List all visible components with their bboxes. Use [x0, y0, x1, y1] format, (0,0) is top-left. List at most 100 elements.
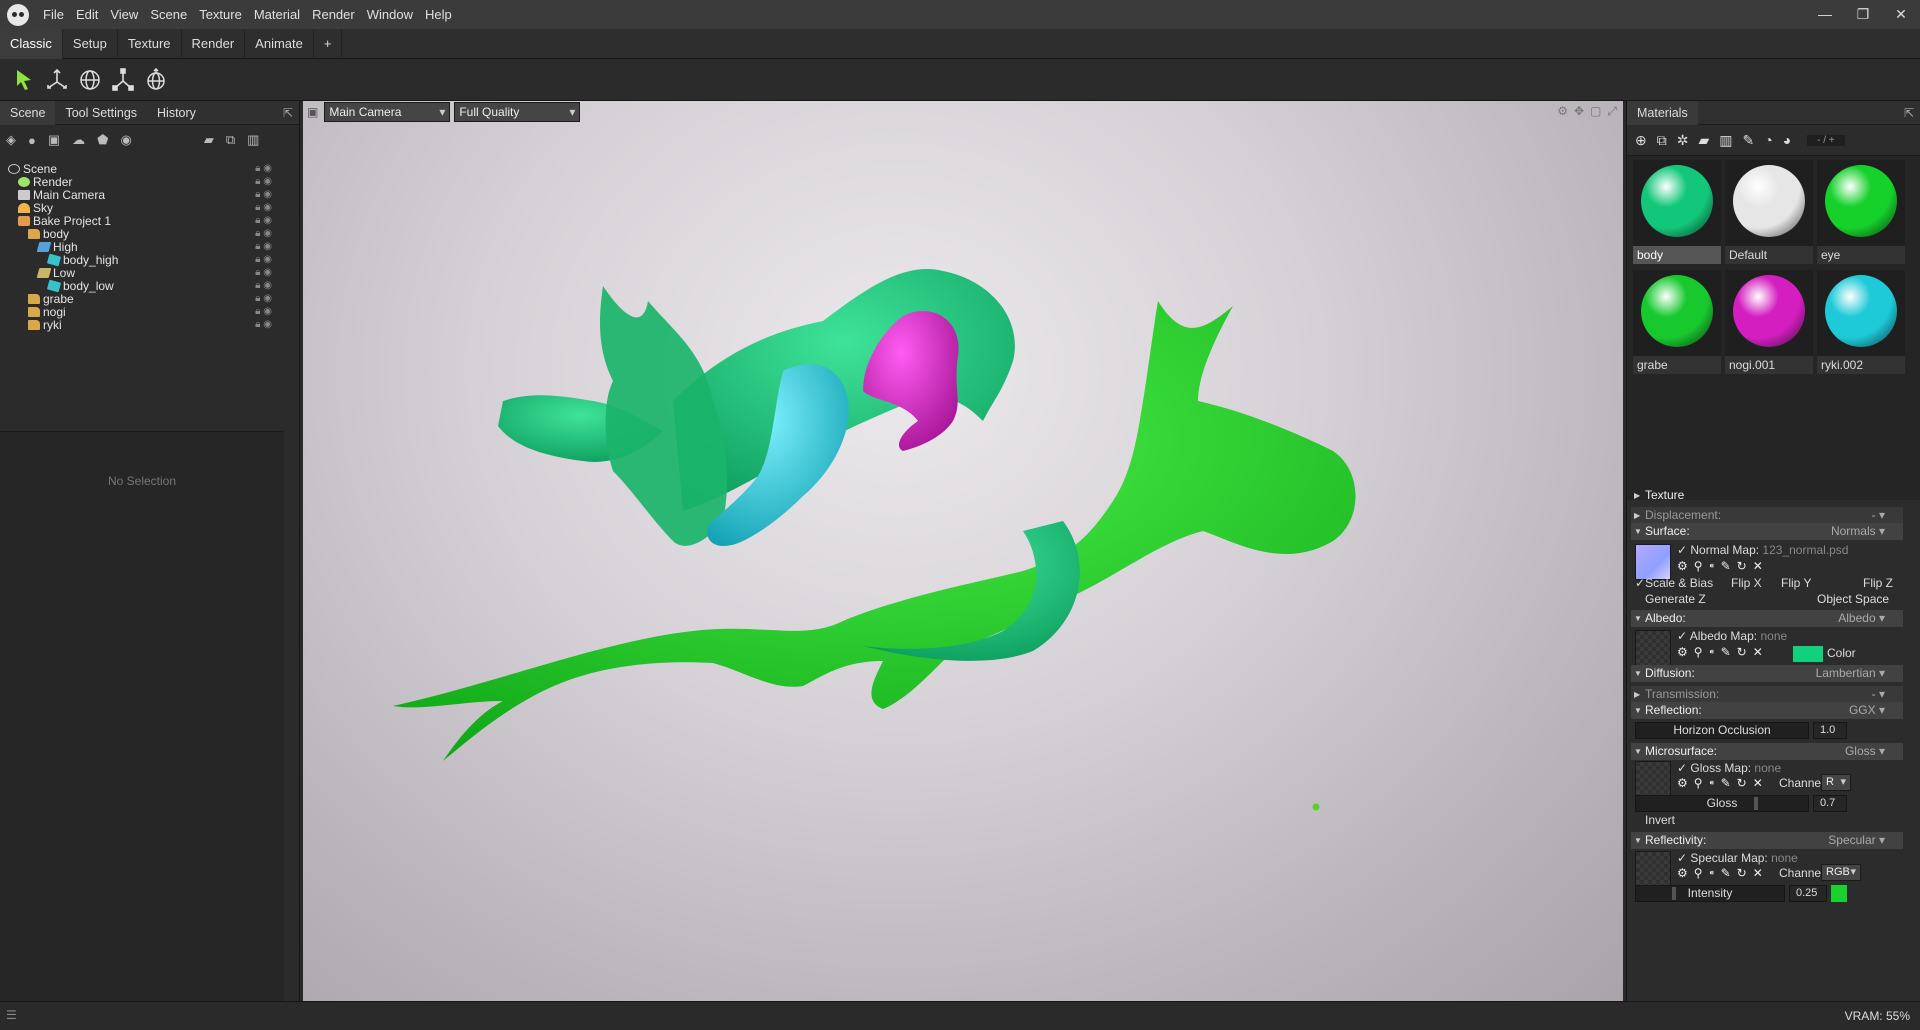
tab-render[interactable]: Render [182, 28, 246, 59]
horizon-occlusion-value[interactable]: 1.0 [1813, 722, 1847, 739]
flip-x-checkbox[interactable]: Flip X [1731, 576, 1762, 590]
open-folder-icon[interactable]: ▰ [1698, 132, 1709, 149]
diffusion-section-header[interactable]: Diffusion: Lambertian [1631, 665, 1903, 682]
reflection-mode[interactable]: GGX [1849, 702, 1885, 719]
add-camera-icon[interactable]: ▣ [48, 132, 60, 148]
undock-icon[interactable]: ⇱ [1904, 106, 1914, 120]
channel-icon[interactable]: ⁌ [1709, 776, 1715, 790]
tab-scene[interactable]: Scene [0, 100, 56, 125]
transmission-section-header[interactable]: Transmission: - [1631, 686, 1903, 703]
eyedropper-icon[interactable]: ✎ [1742, 132, 1754, 149]
settings-icon[interactable]: ⚙ [1677, 645, 1688, 659]
zoom-icon[interactable]: ⚲ [1694, 776, 1703, 790]
gloss-slider[interactable]: Gloss [1635, 795, 1809, 812]
duplicate-icon[interactable]: ⧉ [226, 132, 235, 148]
menu-scene[interactable]: Scene [144, 0, 193, 29]
menu-file[interactable]: File [37, 0, 70, 29]
add-light-icon[interactable]: ● [28, 133, 36, 148]
gloss-map-thumbnail[interactable] [1635, 761, 1671, 797]
reflection-section-header[interactable]: Reflection: GGX [1631, 702, 1903, 719]
horizon-occlusion-slider[interactable]: Horizon Occlusion [1635, 722, 1809, 739]
reload-icon[interactable]: ↻ [1737, 645, 1747, 659]
menu-material[interactable]: Material [248, 0, 306, 29]
page-counter[interactable]: - / + [1807, 134, 1845, 146]
channel-icon[interactable]: ⁌ [1709, 559, 1715, 573]
specular-channel-select[interactable]: RGB [1821, 864, 1861, 881]
assign-material-icon[interactable]: ◔ [1764, 132, 1772, 148]
material-eye[interactable]: eye [1817, 160, 1905, 264]
albedo-map-thumbnail[interactable] [1635, 630, 1671, 666]
add-shadow-catcher-icon[interactable]: ⬟ [97, 132, 108, 148]
remove-icon[interactable]: ✕ [1753, 776, 1763, 790]
intensity-slider[interactable]: Intensity [1635, 885, 1785, 902]
add-fog-icon[interactable]: ◉ [120, 132, 131, 148]
reload-icon[interactable]: ↻ [1737, 559, 1747, 573]
transform-tool-icon[interactable] [140, 64, 172, 96]
channel-icon[interactable]: ⁌ [1709, 866, 1715, 880]
maximize-button[interactable]: ❐ [1844, 0, 1882, 29]
invert-checkbox[interactable]: Invert [1645, 813, 1675, 827]
specular-map-file[interactable]: none [1771, 851, 1798, 865]
undock-icon[interactable]: ⇱ [283, 106, 293, 120]
tab-setup[interactable]: Setup [63, 28, 118, 59]
tab-animate[interactable]: Animate [245, 28, 314, 59]
remove-icon[interactable]: ✕ [1753, 645, 1763, 659]
albedo-section-header[interactable]: Albedo: Albedo [1631, 610, 1903, 627]
tab-materials[interactable]: Materials [1627, 100, 1698, 125]
albedo-mode[interactable]: Albedo [1838, 610, 1885, 627]
material-default[interactable]: Default [1725, 160, 1813, 264]
delete-material-icon[interactable]: ▥ [1719, 132, 1732, 149]
reload-icon[interactable]: ↻ [1737, 776, 1747, 790]
material-sync-icon[interactable]: ◕ [1783, 132, 1791, 148]
transmission-mode[interactable]: - [1872, 686, 1885, 703]
menu-texture[interactable]: Texture [193, 0, 248, 29]
normal-map-file[interactable]: 123_normal.psd [1762, 543, 1848, 557]
generate-z-checkbox[interactable]: Generate Z [1645, 592, 1706, 606]
rotate-tool-icon[interactable] [74, 64, 106, 96]
add-material-icon[interactable]: ⊕ [1635, 132, 1647, 149]
flip-y-checkbox[interactable]: Flip Y [1781, 576, 1811, 590]
surface-section-header[interactable]: Surface: Normals [1631, 523, 1903, 540]
menu-view[interactable]: View [104, 0, 144, 29]
displacement-section-header[interactable]: Displacement: - [1631, 507, 1903, 524]
diffusion-mode[interactable]: Lambertian [1816, 665, 1885, 682]
select-tool-icon[interactable] [8, 64, 40, 96]
zoom-icon[interactable]: ⚲ [1694, 559, 1703, 573]
settings-icon[interactable]: ⚙ [1677, 866, 1688, 880]
gloss-value[interactable]: 0.7 [1813, 795, 1847, 812]
3d-viewport[interactable]: ▣ Main Camera Full Quality ⚙ ✥ ▢ ⤢ [303, 101, 1623, 1001]
albedo-map-file[interactable]: none [1760, 629, 1787, 643]
menu-render[interactable]: Render [306, 0, 361, 29]
specular-color-swatch[interactable] [1831, 885, 1847, 902]
microsurface-mode[interactable]: Gloss [1845, 743, 1885, 760]
delete-icon[interactable]: ▥ [247, 132, 259, 148]
albedo-color-swatch[interactable] [1793, 646, 1823, 662]
link-material-icon[interactable]: ✲ [1677, 132, 1689, 149]
settings-icon[interactable]: ⚙ [1677, 776, 1688, 790]
edit-icon[interactable]: ✎ [1721, 866, 1731, 880]
move-tool-icon[interactable] [41, 64, 73, 96]
zoom-icon[interactable]: ⚲ [1694, 866, 1703, 880]
duplicate-material-icon[interactable]: ⧉ [1657, 132, 1667, 149]
zoom-icon[interactable]: ⚲ [1694, 645, 1703, 659]
tree-item-ryki[interactable]: ryki 🔒︎ ◉ [28, 317, 284, 333]
log-icon[interactable]: ☰ [6, 1008, 17, 1022]
menu-edit[interactable]: Edit [70, 0, 104, 29]
normal-map-thumbnail[interactable] [1635, 544, 1671, 580]
object-space-checkbox[interactable]: Object Space [1817, 592, 1889, 606]
channel-icon[interactable]: ⁌ [1709, 645, 1715, 659]
edit-icon[interactable]: ✎ [1721, 559, 1731, 573]
material-grabe[interactable]: grabe [1633, 270, 1721, 374]
reload-icon[interactable]: ↻ [1737, 866, 1747, 880]
remove-icon[interactable]: ✕ [1753, 559, 1763, 573]
texture-section-header[interactable]: Texture [1631, 487, 1903, 504]
lock-visibility-icon[interactable]: 🔒︎ ◉ [255, 317, 272, 333]
minimize-button[interactable]: — [1806, 0, 1844, 29]
reflectivity-section-header[interactable]: Reflectivity: Specular [1631, 832, 1903, 849]
tab-history[interactable]: History [147, 101, 206, 125]
menu-help[interactable]: Help [419, 0, 458, 29]
material-ryki-002[interactable]: ryki.002 [1817, 270, 1905, 374]
edit-icon[interactable]: ✎ [1721, 776, 1731, 790]
add-sky-icon[interactable]: ☁ [72, 132, 85, 148]
specular-map-thumbnail[interactable] [1635, 851, 1671, 887]
